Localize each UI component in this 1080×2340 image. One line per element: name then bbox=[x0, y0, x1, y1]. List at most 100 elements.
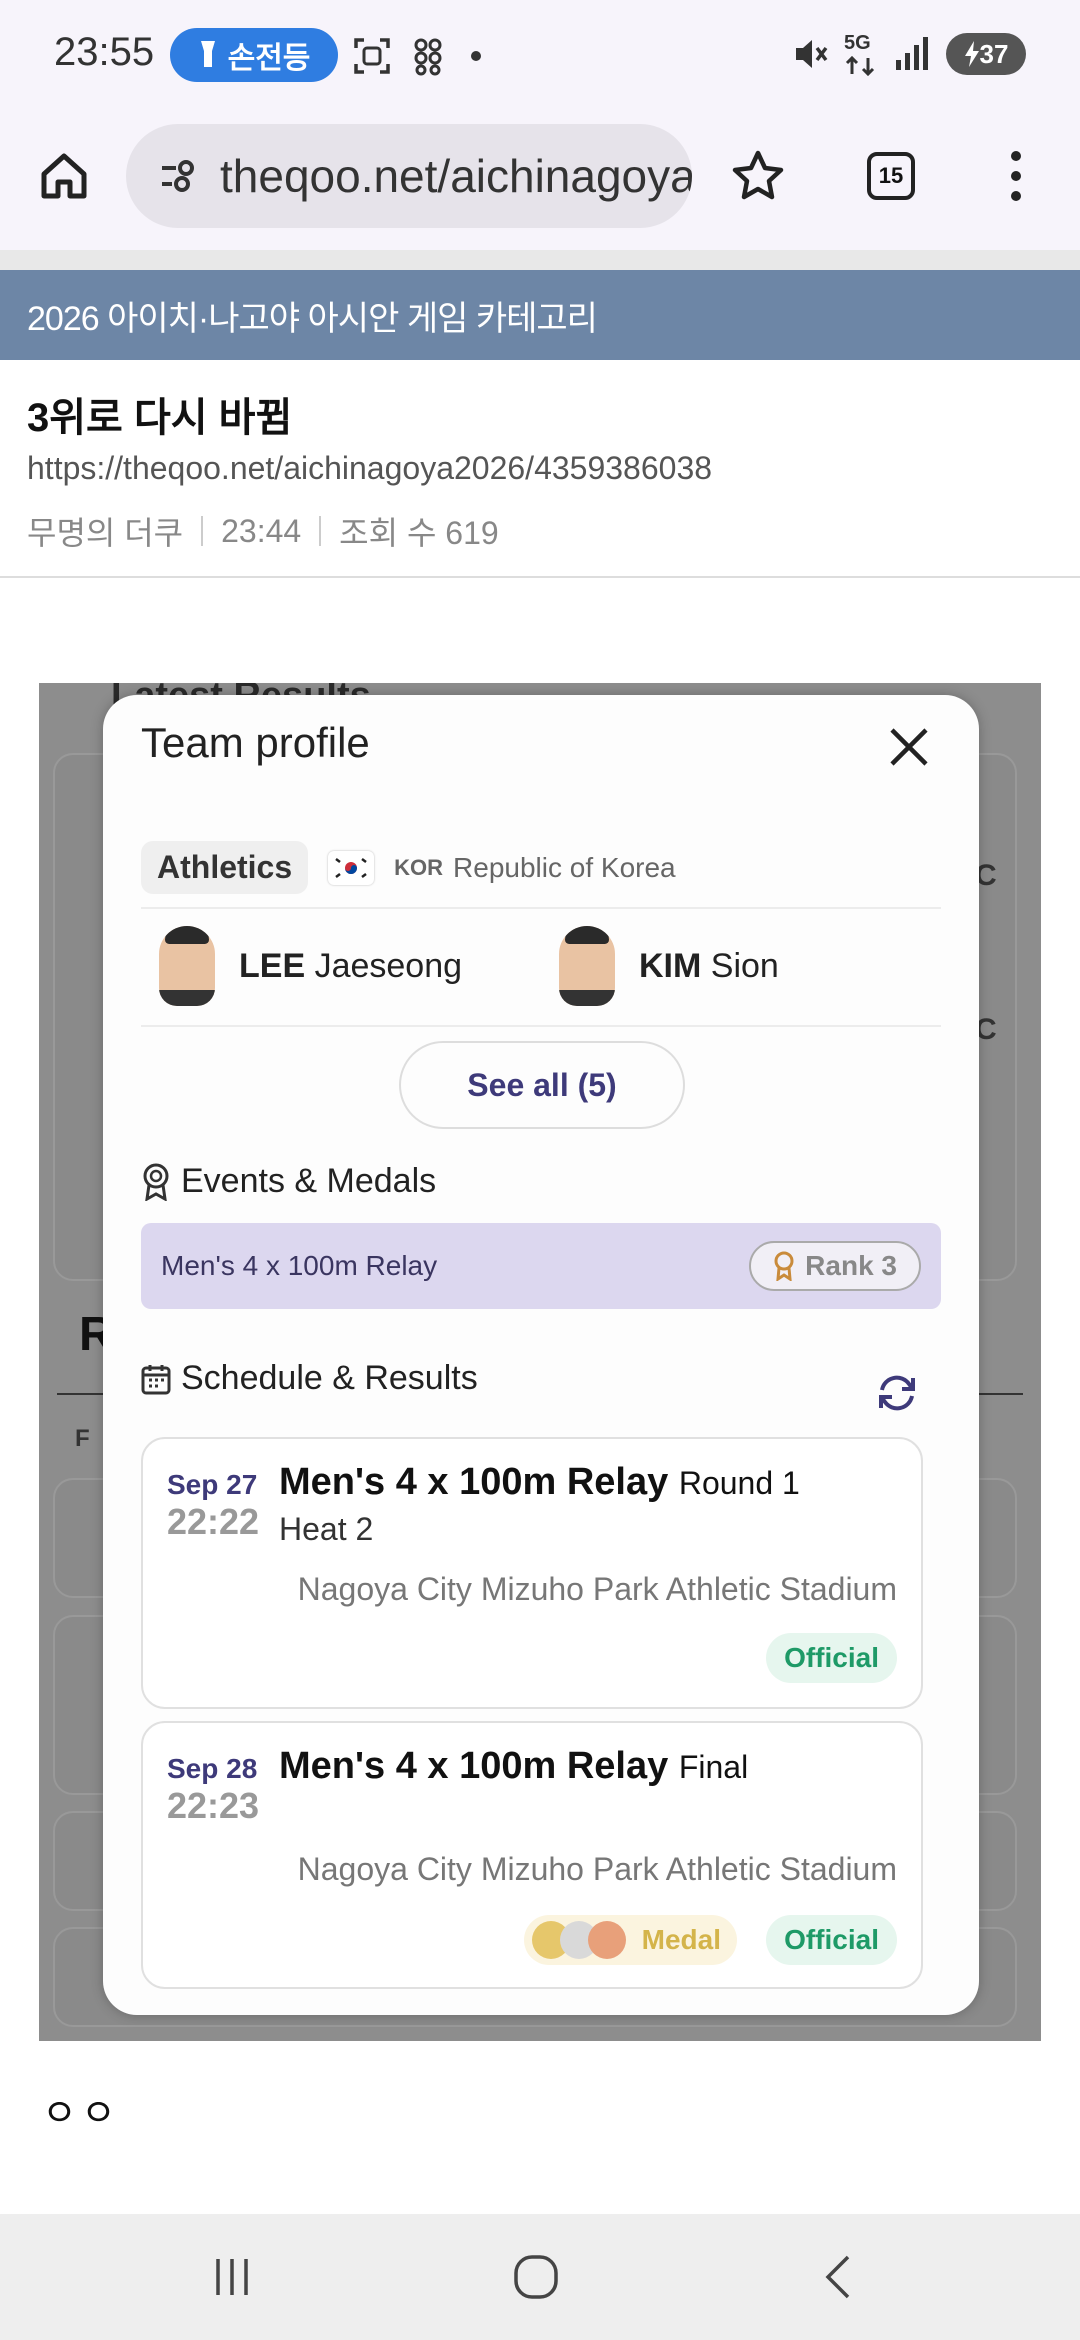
browser-toolbar: theqoo.net/aichinagoya2026/4359386038 15 bbox=[0, 110, 1080, 250]
app-grid-icon bbox=[414, 38, 442, 76]
schedule-event-name: Men's 4 x 100m Relay bbox=[279, 1461, 669, 1503]
team-profile-modal: Team profile Athletics KOR Republic of K… bbox=[103, 695, 979, 2015]
close-button[interactable] bbox=[877, 715, 941, 779]
meta-separator bbox=[319, 516, 322, 546]
medal-label: Medal bbox=[641, 1924, 721, 1955]
events-heading: Events & Medals bbox=[141, 1162, 436, 1201]
close-icon bbox=[890, 728, 928, 766]
post-meta: 무명의 더쿠 23:44 조회 수 619 bbox=[27, 508, 499, 554]
url-text: theqoo.net/aichinagoya2026/4359386038 bbox=[220, 150, 692, 202]
schedule-round: Round 1 bbox=[678, 1465, 800, 1501]
refresh-button[interactable] bbox=[869, 1365, 925, 1421]
schedule-date: Sep 28 bbox=[167, 1753, 258, 1784]
charging-icon bbox=[964, 41, 979, 67]
athlete-list: LEE Jaeseong KIM Sion bbox=[141, 909, 941, 1023]
schedule-time: 22:23 bbox=[167, 1785, 260, 1826]
schedule-card[interactable]: Sep 28 22:23 Men's 4 x 100m Relay Final … bbox=[141, 1721, 923, 1989]
post-body-text: ㅇㅇ bbox=[42, 2093, 120, 2135]
schedule-venue: Nagoya City Mizuho Park Athletic Stadium bbox=[297, 1851, 897, 1887]
recent-apps-button[interactable] bbox=[192, 2242, 272, 2312]
schedule-heading-label: Schedule & Results bbox=[181, 1359, 478, 1397]
athlete-name: LEE Jaeseong bbox=[239, 947, 462, 986]
home-icon bbox=[41, 153, 87, 199]
athlete-last-name: LEE bbox=[239, 946, 306, 985]
battery-indicator: 37 bbox=[946, 33, 1026, 75]
schedule-event-name: Men's 4 x 100m Relay bbox=[279, 1745, 669, 1787]
post-divider bbox=[0, 576, 1080, 578]
athlete-avatar bbox=[559, 926, 615, 1006]
bronze-medal-icon bbox=[774, 1251, 794, 1281]
back-icon bbox=[825, 2255, 850, 2299]
status-time: 23:55 bbox=[54, 30, 155, 74]
bookmark-button[interactable] bbox=[722, 140, 794, 212]
tab-count: 15 bbox=[867, 152, 915, 200]
see-all-button[interactable]: See all (5) bbox=[399, 1041, 685, 1129]
schedule-heat: Heat 2 bbox=[279, 1511, 374, 1547]
flashlight-label: 손전등 bbox=[227, 42, 311, 75]
schedule-venue: Nagoya City Mizuho Park Athletic Stadium bbox=[297, 1571, 897, 1607]
noc-code: KOR bbox=[394, 854, 444, 880]
more-vert-icon bbox=[1011, 151, 1021, 201]
divider bbox=[141, 1025, 941, 1027]
home-nav-button[interactable] bbox=[496, 2242, 576, 2312]
country-name: Republic of Korea bbox=[453, 851, 676, 883]
battery-level: 37 bbox=[979, 38, 1009, 69]
post-views: 조회 수 619 bbox=[339, 515, 499, 551]
menu-button[interactable] bbox=[980, 140, 1052, 212]
network-label: 5G bbox=[844, 32, 871, 54]
refresh-icon bbox=[879, 1375, 915, 1411]
athlete-name: KIM Sion bbox=[639, 947, 779, 986]
athlete-item[interactable]: KIM Sion bbox=[541, 926, 941, 1006]
korea-flag-icon bbox=[328, 850, 375, 885]
toolbar-divider bbox=[0, 250, 1080, 270]
signal-icon bbox=[896, 37, 928, 70]
athlete-avatar bbox=[159, 926, 215, 1006]
rank-label: Rank 3 bbox=[805, 1250, 897, 1281]
category-banner[interactable]: 2026 아이치·나고야 아시안 게임 카테고리 bbox=[0, 270, 1080, 360]
athlete-last-name: KIM bbox=[639, 946, 702, 985]
event-name: Men's 4 x 100m Relay bbox=[161, 1250, 438, 1281]
mute-icon bbox=[796, 40, 828, 68]
network-type-icon: 5G bbox=[844, 32, 878, 76]
medal-badge: Medal bbox=[523, 1915, 737, 1965]
schedule-card[interactable]: Sep 27 22:22 Men's 4 x 100m Relay Round … bbox=[141, 1437, 923, 1709]
events-heading-label: Events & Medals bbox=[181, 1162, 437, 1200]
team-info-row: Athletics KOR Republic of Korea bbox=[141, 841, 676, 894]
athlete-item[interactable]: LEE Jaeseong bbox=[141, 926, 541, 1006]
bronze-dot bbox=[587, 1921, 626, 1959]
sport-chip: Athletics bbox=[141, 841, 309, 894]
schedule-round: Final bbox=[678, 1749, 749, 1785]
recent-apps-icon bbox=[216, 2259, 248, 2295]
tabs-button[interactable]: 15 bbox=[855, 140, 927, 212]
meta-separator bbox=[201, 516, 204, 546]
address-bar[interactable]: theqoo.net/aichinagoya2026/4359386038 bbox=[126, 124, 692, 228]
home-circle-icon bbox=[514, 2255, 558, 2299]
post-author: 무명의 더쿠 bbox=[27, 515, 184, 551]
flashlight-icon bbox=[200, 41, 215, 67]
status-bar: 23:55 손전등 5G 37 bbox=[0, 0, 1080, 110]
home-button[interactable] bbox=[28, 140, 100, 212]
flashlight-toggle[interactable]: 손전등 bbox=[170, 28, 338, 82]
schedule-event: Men's 4 x 100m Relay Final bbox=[279, 1745, 748, 1788]
site-settings-icon[interactable] bbox=[148, 146, 208, 206]
official-badge: Official bbox=[766, 1633, 897, 1683]
modal-title: Team profile bbox=[141, 719, 370, 766]
official-badge: Official bbox=[766, 1915, 897, 1965]
rank-badge: Rank 3 bbox=[749, 1241, 921, 1291]
athlete-first-name: Sion bbox=[710, 946, 779, 985]
back-button[interactable] bbox=[798, 2242, 878, 2312]
schedule-time: 22:22 bbox=[167, 1501, 260, 1542]
schedule-date: Sep 27 bbox=[167, 1469, 258, 1500]
medal-ribbon-icon bbox=[143, 1163, 169, 1201]
athlete-first-name: Jaeseong bbox=[314, 946, 463, 985]
schedule-heading: Schedule & Results bbox=[141, 1359, 478, 1398]
event-medal-row[interactable]: Men's 4 x 100m Relay Rank 3 bbox=[141, 1223, 941, 1309]
post-permalink[interactable]: https://theqoo.net/aichinagoya2026/43593… bbox=[27, 450, 712, 487]
system-nav-bar bbox=[0, 2214, 1080, 2340]
bg-fragment-f: F bbox=[75, 1425, 90, 1452]
screenshot-icon bbox=[354, 38, 390, 74]
star-icon bbox=[732, 150, 784, 200]
calendar-icon bbox=[141, 1364, 171, 1394]
post-time: 23:44 bbox=[221, 512, 302, 549]
schedule-event: Men's 4 x 100m Relay Round 1 bbox=[279, 1461, 800, 1504]
